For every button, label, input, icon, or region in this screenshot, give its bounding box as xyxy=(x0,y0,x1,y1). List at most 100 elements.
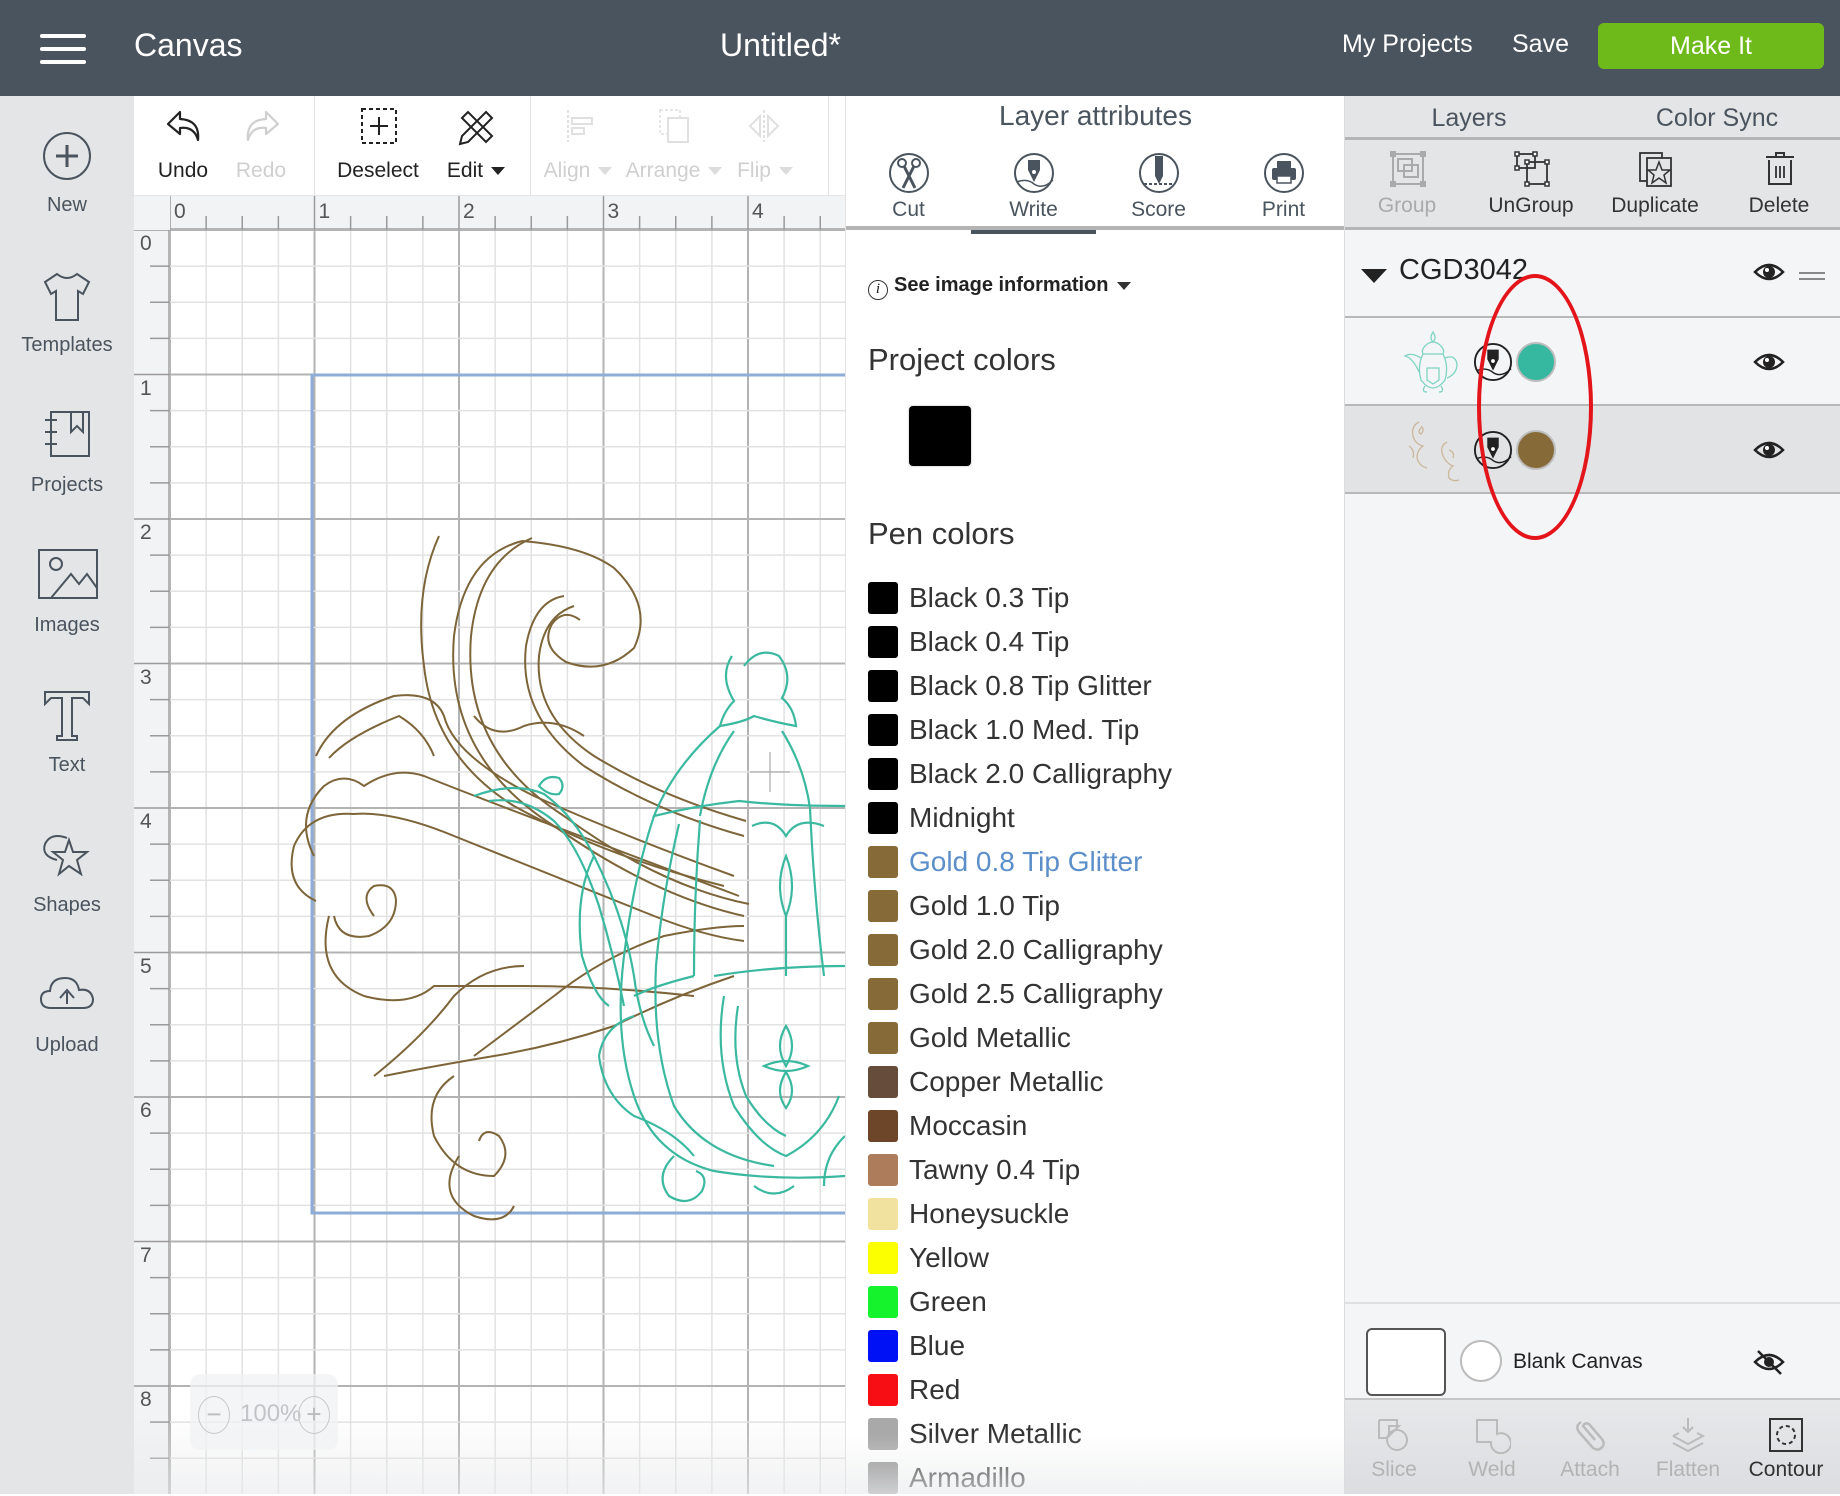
layer-row-teapot[interactable] xyxy=(1345,318,1840,406)
collapse-triangle-icon[interactable] xyxy=(1361,269,1387,283)
blank-canvas-row[interactable]: Blank Canvas xyxy=(1345,1302,1840,1398)
top-header: Canvas Untitled* My Projects Save Make I… xyxy=(0,0,1840,96)
tab-score[interactable]: Score xyxy=(1096,146,1221,230)
zoom-in-button[interactable]: + xyxy=(298,1396,330,1434)
flip-icon xyxy=(748,110,780,142)
flatten-label: Flatten xyxy=(1655,1458,1721,1481)
toolbar-divider xyxy=(828,96,829,196)
align-text: Align xyxy=(543,159,591,182)
see-image-information-toggle[interactable]: i See image information xyxy=(868,274,1131,300)
layer-color-swatch[interactable] xyxy=(1516,430,1556,470)
blank-canvas-color[interactable] xyxy=(1460,1340,1502,1382)
sidebar-item-projects[interactable]: Projects xyxy=(0,376,134,516)
pen-color-name: Black 0.4 Tip xyxy=(909,626,1070,657)
undo-label: Undo xyxy=(157,159,209,182)
edit-dropdown[interactable]: Edit xyxy=(434,96,518,196)
pen-color-name: Gold 2.0 Calligraphy xyxy=(909,934,1163,965)
weld-button[interactable]: Weld xyxy=(1443,1400,1541,1496)
sidebar-item-new[interactable]: New xyxy=(0,96,134,236)
tab-print[interactable]: Print xyxy=(1221,146,1344,230)
pen-color-name: Gold 1.0 Tip xyxy=(909,890,1060,921)
delete-button[interactable]: Delete xyxy=(1717,140,1840,230)
ruler-label-y: 0 xyxy=(140,232,152,255)
pen-color-swatch xyxy=(868,890,898,922)
sidebar-item-upload[interactable]: Upload xyxy=(0,936,134,1076)
duplicate-icon xyxy=(1639,152,1673,187)
redo-button[interactable]: Redo xyxy=(226,96,296,196)
sidebar-label: Templates xyxy=(21,334,113,356)
ruler-label-x: 0 xyxy=(174,200,186,223)
pen-color-swatch xyxy=(868,670,898,702)
flourish-thumbnail xyxy=(1408,421,1460,482)
pen-colors-heading: Pen colors xyxy=(868,516,1015,551)
pen-color-name: Black 0.8 Tip Glitter xyxy=(909,670,1152,701)
arrange-dropdown[interactable]: Arrange xyxy=(624,96,724,196)
layer-color-swatch[interactable] xyxy=(1516,342,1556,382)
pen-color-name: Honeysuckle xyxy=(909,1198,1070,1229)
contour-icon xyxy=(1769,1418,1803,1452)
design-canvas[interactable]: 0 1 2 3 4 0 1 2 3 4 5 6 7 8 − 100% + xyxy=(134,196,845,1494)
attach-label: Attach xyxy=(1560,1458,1620,1481)
pen-color-swatch xyxy=(868,1418,898,1450)
deselect-button[interactable]: Deselect xyxy=(330,96,426,196)
eye-hidden-icon[interactable] xyxy=(1753,1348,1785,1376)
blank-canvas-label: Blank Canvas xyxy=(1513,1350,1643,1373)
make-it-button[interactable]: Make It xyxy=(1598,23,1824,69)
project-color-swatch[interactable] xyxy=(909,406,971,466)
eye-icon[interactable] xyxy=(1753,260,1785,284)
hamburger-menu-icon[interactable] xyxy=(40,34,86,64)
sidebar-item-templates[interactable]: Templates xyxy=(0,236,134,376)
ungroup-button[interactable]: UnGroup xyxy=(1469,140,1593,230)
teapot-thumbnail xyxy=(1403,330,1458,393)
layer-group-cgd3042[interactable]: CGD3042 xyxy=(1345,230,1840,318)
shapes-icon xyxy=(43,835,90,877)
align-icon xyxy=(567,110,593,142)
contour-button[interactable]: Contour xyxy=(1737,1400,1835,1496)
undo-button[interactable]: Undo xyxy=(148,96,218,196)
sidebar-item-text[interactable]: Text xyxy=(0,656,134,796)
score-stylus-icon xyxy=(1139,153,1179,193)
flatten-button[interactable]: Flatten xyxy=(1639,1400,1737,1496)
layer-row-flourish[interactable] xyxy=(1345,406,1840,494)
eye-icon[interactable] xyxy=(1753,438,1785,462)
vertical-ruler xyxy=(134,230,170,1494)
document-title[interactable]: Untitled* xyxy=(720,27,841,64)
toolbar-divider xyxy=(314,96,315,196)
blank-canvas-swatch[interactable] xyxy=(1366,1328,1446,1396)
zoom-out-button[interactable]: − xyxy=(198,1396,230,1434)
tab-layers[interactable]: Layers xyxy=(1345,96,1595,143)
slice-button[interactable]: Slice xyxy=(1345,1400,1443,1496)
drag-handle-icon[interactable] xyxy=(1799,272,1825,280)
chevron-down-icon xyxy=(1116,281,1131,290)
text-icon xyxy=(44,691,90,741)
teapot-artwork[interactable] xyxy=(473,651,845,1203)
write-pen-icon xyxy=(1473,430,1513,470)
align-dropdown[interactable]: Align xyxy=(538,96,618,196)
ruler-label-y: 8 xyxy=(140,1388,152,1411)
flip-text: Flip xyxy=(737,159,771,182)
pen-color-name: Silver Metallic xyxy=(909,1418,1082,1449)
flip-dropdown[interactable]: Flip xyxy=(730,96,800,196)
eye-icon[interactable] xyxy=(1753,350,1785,374)
ruler-label-y: 5 xyxy=(140,954,152,978)
design-artwork[interactable] xyxy=(134,196,845,1494)
edit-label: Edit xyxy=(434,159,518,183)
pen-color-name: Blue xyxy=(909,1330,966,1361)
ruler-label-y: 3 xyxy=(140,665,152,689)
pen-color-swatch xyxy=(868,978,898,1010)
save-button[interactable]: Save xyxy=(1512,30,1569,59)
sidebar-item-shapes[interactable]: Shapes xyxy=(0,796,134,936)
tab-color-sync[interactable]: Color Sync xyxy=(1593,96,1840,140)
selection-box[interactable] xyxy=(310,373,845,1215)
duplicate-button[interactable]: Duplicate xyxy=(1593,140,1717,230)
group-button[interactable]: Group xyxy=(1345,140,1469,230)
my-projects-link[interactable]: My Projects xyxy=(1342,30,1473,59)
pen-color-swatch xyxy=(868,1462,898,1494)
pen-color-name: Black 0.3 Tip xyxy=(909,582,1070,613)
tab-cut[interactable]: Cut xyxy=(846,146,971,230)
image-icon xyxy=(38,549,98,599)
tab-write[interactable]: Write xyxy=(971,146,1096,234)
attach-button[interactable]: Attach xyxy=(1541,1400,1639,1496)
chevron-down-icon xyxy=(778,167,793,176)
sidebar-item-images[interactable]: Images xyxy=(0,516,134,656)
